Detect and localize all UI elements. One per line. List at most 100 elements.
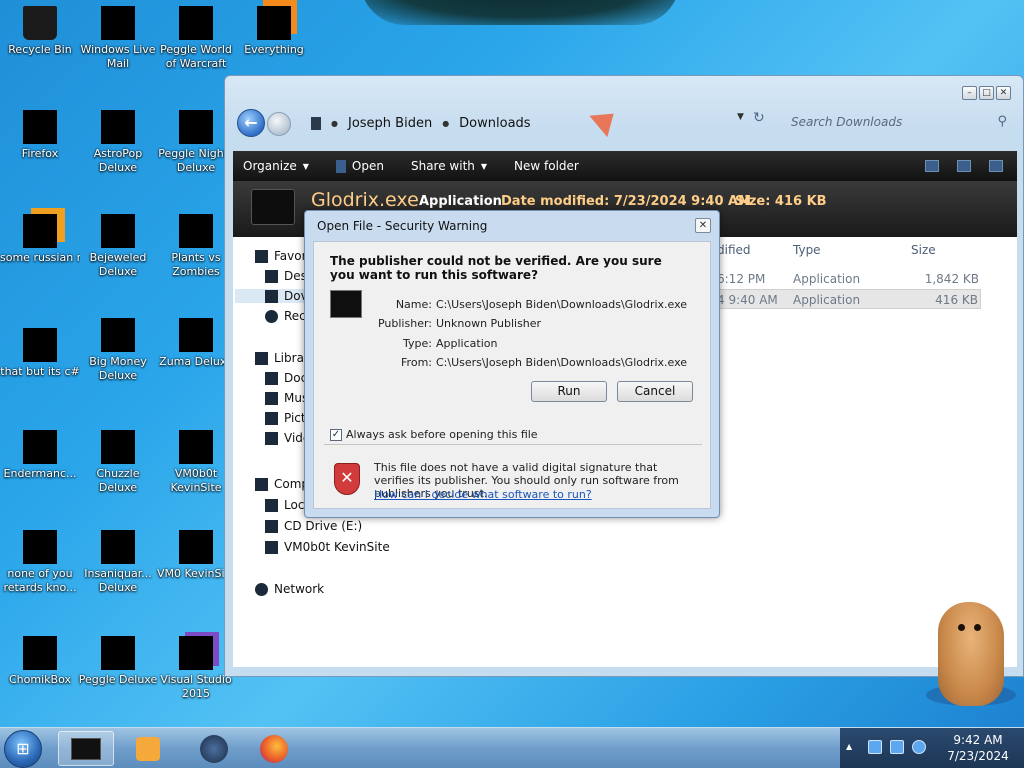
dialog-close-button[interactable]: ✕ [695, 218, 711, 233]
game-icon [101, 318, 135, 352]
nav-network[interactable]: Network [255, 582, 324, 596]
always-ask-label: Always ask before opening this file [346, 428, 538, 441]
cancel-button[interactable]: Cancel [617, 381, 693, 402]
preview-pane-icon[interactable] [957, 160, 971, 172]
help-icon[interactable] [989, 160, 1003, 172]
taskbar-firefox-button[interactable] [246, 731, 302, 766]
firefox-icon [260, 734, 288, 763]
nav-libraries[interactable]: Librar [255, 351, 309, 365]
column-header-date-modified[interactable]: dified [717, 243, 751, 257]
maximize-icon[interactable]: □ [979, 86, 994, 100]
taskbar-app-button[interactable] [186, 731, 242, 766]
tray-app-icon[interactable] [868, 740, 882, 754]
column-header-type[interactable]: Type [793, 243, 821, 257]
details-size: Size: 416 KB [735, 194, 827, 209]
help-link[interactable]: How can I decide what software to run? [374, 488, 592, 501]
search-icon[interactable]: ⚲ [997, 114, 1007, 129]
back-button[interactable]: ← [237, 109, 265, 137]
game-icon [101, 214, 135, 248]
nav-desktop[interactable]: Des [265, 269, 307, 283]
clock[interactable]: 9:42 AM 7/23/2024 [932, 732, 1024, 764]
desktop-icon-app[interactable]: Endermanc... [0, 430, 80, 481]
app-icon [23, 430, 57, 464]
desktop-icon-label: Peggle Deluxe [78, 673, 158, 686]
desktop-icon-game[interactable]: Insaniquar... Deluxe [78, 530, 158, 595]
desktop-icon-game[interactable]: AstroPop Deluxe [78, 110, 158, 175]
taskbar: ⊞ ▲ 9:42 AM 7/23/2024 [0, 727, 1024, 768]
desktop-icon-label: ChomikBox [9, 673, 71, 686]
dialog-divider [324, 444, 702, 445]
network-tray-icon[interactable] [890, 740, 904, 754]
nav-computer[interactable]: Comp [255, 477, 309, 491]
desktop-icon-everything[interactable]: Everything [234, 6, 314, 57]
always-ask-option[interactable]: ✓ Always ask before opening this file [330, 428, 538, 441]
recent-places-icon [265, 309, 278, 323]
desktop-icon-app[interactable]: that but its c# [0, 328, 80, 379]
nav-downloads[interactable]: Dov [235, 289, 315, 303]
organize-button[interactable]: Organize ▼ [233, 159, 326, 173]
run-button[interactable]: Run [531, 381, 607, 402]
search-placeholder: Search Downloads [791, 115, 903, 129]
desktop-icon-game[interactable]: Bejeweled Deluxe [78, 214, 158, 279]
desktop-icon-mail[interactable]: Windows Live Mail [78, 6, 158, 71]
firefox-icon [23, 110, 57, 144]
change-view-icon[interactable] [925, 160, 939, 172]
desktop-icon-game[interactable]: Chuzzle Deluxe [78, 430, 158, 495]
name-label: Name: [395, 298, 432, 311]
taskbar-media-player-button[interactable] [120, 731, 176, 766]
back-arrow-icon: ← [244, 113, 258, 132]
nav-cd-drive[interactable]: CD Drive (E:) [265, 519, 362, 533]
nav-favorites[interactable]: Favor [255, 249, 307, 263]
desktop-icon-peggle[interactable]: Peggle World of Warcraft [156, 6, 236, 71]
publisher-value: Unknown Publisher [436, 317, 542, 330]
file-date: 6:12 PM [717, 272, 766, 286]
start-button[interactable]: ⊞ [4, 730, 42, 768]
desktop-icon-app[interactable]: none of you retards kno... [0, 530, 80, 595]
nav-vm-share[interactable]: VM0b0t KevinSite [265, 540, 390, 554]
column-header-size[interactable]: Size [911, 243, 936, 257]
refresh-icon[interactable]: ↻ [753, 110, 765, 126]
type-label: Type: [403, 337, 432, 350]
peggle-icon [101, 636, 135, 670]
close-icon[interactable]: ✕ [996, 86, 1011, 100]
open-button[interactable]: Open [326, 159, 401, 173]
desktop-icon-game[interactable]: Big Money Deluxe [78, 318, 158, 383]
game-icon [101, 110, 135, 144]
breadcrumb-joseph-biden[interactable]: Joseph Biden [348, 116, 432, 131]
file-row[interactable]: 6:12 PM Application 1,842 KB [703, 269, 981, 289]
volume-tray-icon[interactable] [912, 740, 926, 754]
address-bar[interactable]: ● Joseph Biden ● Downloads [311, 112, 767, 134]
share-with-button[interactable]: Share with ▼ [401, 159, 504, 173]
desktop-icon-app[interactable]: ChomikBox [0, 636, 80, 687]
desktop-icon-peggle[interactable]: Peggle Deluxe [78, 636, 158, 687]
type-value: Application [436, 337, 498, 350]
desktop-icon-app[interactable]: some russian ran a rat [0, 214, 80, 265]
nav-label: Network [274, 582, 325, 596]
nav-music[interactable]: Mus [265, 391, 308, 405]
desktop-icon-label: Bejeweled Deluxe [89, 251, 147, 278]
new-folder-button[interactable]: New folder [504, 159, 596, 173]
nav-documents[interactable]: Doc [265, 371, 307, 385]
taskbar-explorer-button[interactable] [58, 731, 114, 766]
minimize-icon[interactable]: – [962, 86, 977, 100]
breadcrumb-separator: ● [442, 118, 450, 128]
nav-pictures[interactable]: Pict [265, 411, 306, 425]
file-row-selected[interactable]: 4 9:40 AM Application 416 KB [703, 289, 981, 309]
always-ask-checkbox[interactable]: ✓ [330, 428, 342, 441]
breadcrumb-downloads[interactable]: Downloads [459, 116, 530, 131]
nav-local-disk[interactable]: Loc [265, 498, 304, 512]
forward-button[interactable] [267, 112, 291, 136]
from-value: C:\Users\Joseph Biden\Downloads\Glodrix.… [436, 356, 688, 369]
address-dropdown-icon[interactable]: ▼ [737, 112, 744, 122]
visual-studio-icon [179, 636, 213, 670]
search-input[interactable]: Search Downloads ⚲ [783, 112, 1013, 134]
open-label: Open [351, 159, 384, 173]
show-hidden-icons-icon[interactable]: ▲ [846, 742, 852, 751]
share-with-label: Share with [410, 159, 475, 173]
desktop-icon-firefox[interactable]: Firefox [0, 110, 80, 161]
dialog-body: The publisher could not be verified. Are… [313, 241, 711, 509]
peggle-icon [179, 110, 213, 144]
desktop-icon-recycle-bin[interactable]: Recycle Bin [0, 6, 80, 57]
nav-label: Pict [284, 411, 306, 425]
nav-recent[interactable]: Rec [265, 309, 306, 323]
